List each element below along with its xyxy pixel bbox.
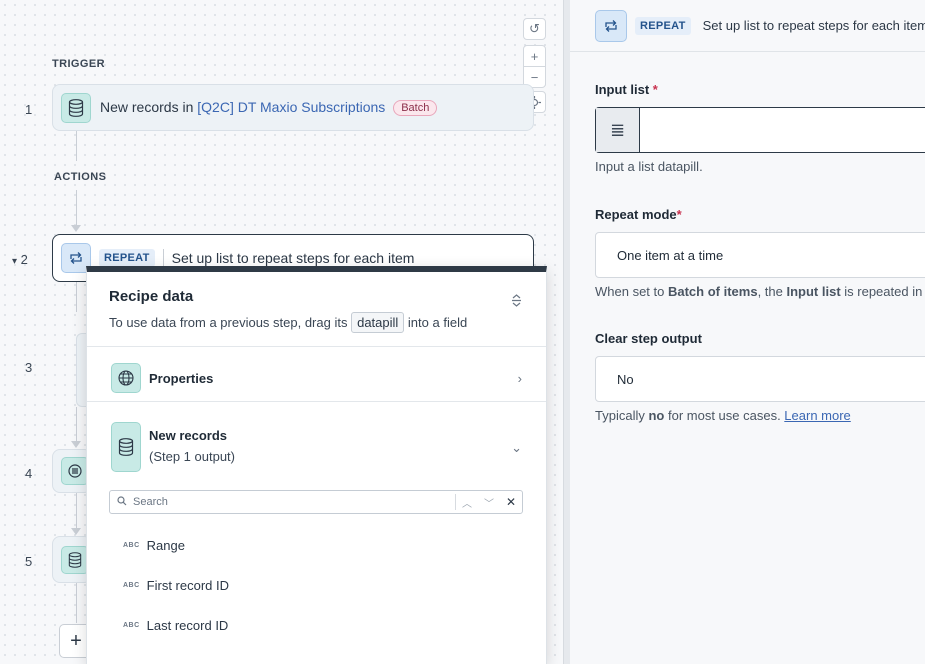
clear-output-label: Clear step output [595,331,702,346]
hint-text: is repeated in b [840,284,925,299]
datapill-label: Range [146,538,185,553]
panel-resize-handle[interactable] [563,0,570,664]
clear-output-hint: Typically no for most use cases. Learn m… [595,408,851,423]
repeat-step-text: Set up list to repeat steps for each ite… [171,250,415,266]
step-number: 5 [25,554,33,569]
repeat-icon [595,9,627,42]
collapse-panel-icon[interactable] [511,294,522,310]
database-icon [111,422,141,472]
collapse-arrow-icon[interactable]: ▾ [12,256,17,267]
step-number: 1 [25,102,33,117]
connector-line [76,190,77,226]
reset-zoom-icon[interactable]: ↺ [523,18,546,40]
step-config-header: REPEAT Set up list to repeat steps for e… [570,0,925,52]
database-icon [61,92,91,123]
hint-bold: Batch of items [667,284,758,299]
zoom-in-button[interactable]: + [523,45,546,67]
batch-badge: Batch [393,100,438,116]
connector-line [76,282,77,312]
connector-line [76,583,77,623]
hint-bold: no [648,408,665,423]
new-records-sublabel: (Step 1 output) [149,449,235,464]
recipe-data-subtitle: To use data from a previous step, drag i… [109,312,524,333]
repeat-mode-hint: When set to Batch of items, the Input li… [595,284,925,299]
step-config-title: Set up list to repeat steps for each ite… [702,18,925,33]
clear-output-select[interactable]: No [595,356,925,402]
input-list-hint: Input a list datapill. [595,159,703,174]
new-records-text: New records (Step 1 output) [141,422,235,464]
trigger-step-prefix: New records in [100,99,198,115]
properties-row[interactable]: Properties › [87,363,546,393]
hint-text: for most use cases. [664,408,785,423]
trigger-step-card[interactable]: New records in [Q2C] DT Maxio Subscripti… [52,84,534,131]
new-records-row[interactable]: New records (Step 1 output) ⌄ [87,422,546,474]
connector-arrow [71,528,81,535]
trigger-section-label: TRIGGER [52,58,105,70]
required-mark: * [652,82,658,97]
string-type-icon: ABC [123,542,140,549]
hint-text: Typically [595,408,649,423]
required-mark: * [676,207,682,222]
step-config-panel: REPEAT Set up list to repeat steps for e… [570,0,925,664]
input-list-label-text: Input list [595,82,650,97]
step-number: 2 [20,252,28,267]
properties-label: Properties [149,370,214,386]
chevron-down-icon[interactable]: ⌄ [511,440,522,456]
new-records-label: New records [149,428,228,443]
trigger-step-app-link[interactable]: [Q2C] DT Maxio Subscriptions [197,99,385,115]
hint-text: When set to [595,284,668,299]
trigger-step-text: New records in [Q2C] DT Maxio Subscripti… [100,99,438,116]
search-divider [454,494,456,510]
input-list-field[interactable]: ≣ [595,107,925,153]
repeat-mode-label: Repeat mode* [595,207,682,222]
string-type-icon: ABC [123,582,140,589]
search-input[interactable]: Search [133,496,455,508]
connector-line [76,493,77,529]
step-number: 4 [25,466,33,481]
learn-more-link[interactable]: Learn more [784,408,850,423]
recipe-data-header: Recipe data To use data from a previous … [87,272,546,347]
string-type-icon: ABC [123,622,140,629]
previous-match-icon[interactable]: ︿ [462,495,472,510]
next-match-icon[interactable]: ﹀ [484,495,494,510]
database-icon [61,545,89,574]
list-icon: ≣ [596,108,640,152]
repeat-type-badge: REPEAT [99,249,155,267]
connector-arrow [71,225,81,232]
input-list-label: Input list * [595,82,658,97]
datapill-range[interactable]: ABC Range [123,538,185,553]
datapill-last-record-id[interactable]: ABC Last record ID [123,618,228,633]
step-collapse-toggle[interactable]: ▾ 2 [12,252,28,267]
connector-arrow [71,441,81,448]
step-number: 3 [25,360,33,375]
hint-text: , the [757,284,787,299]
connector-line [76,407,77,443]
hint-bold: Input list [786,284,841,299]
divider [87,401,546,402]
clear-search-icon[interactable]: ✕ [506,495,516,509]
actions-section-label: ACTIONS [54,171,107,183]
connector-line [76,131,77,161]
separator [162,249,164,267]
recipe-data-panel: Recipe data To use data from a previous … [86,266,547,664]
recipe-canvas[interactable]: ↺ + − TRIGGER 1 New records in [Q2C] DT … [0,0,563,664]
datapill-label: Last record ID [146,618,229,633]
subtitle-suffix: into a field [407,315,468,330]
subtitle-prefix: To use data from a previous step, drag i… [109,315,348,330]
recipe-data-title: Recipe data [109,288,194,305]
datapill-first-record-id[interactable]: ABC First record ID [123,578,229,593]
datapill-example: datapill [351,312,405,333]
repeat-type-badge: REPEAT [635,16,691,35]
repeat-mode-label-text: Repeat mode [595,207,677,222]
repeat-mode-select[interactable]: One item at a time [595,232,925,278]
datapill-label: First record ID [146,578,230,593]
list-repeat-icon [61,457,89,485]
datapill-search[interactable]: Search ︿ ﹀ ✕ [109,490,523,514]
chevron-right-icon[interactable]: › [518,371,522,386]
globe-list-icon [111,363,141,393]
search-icon [117,495,127,509]
